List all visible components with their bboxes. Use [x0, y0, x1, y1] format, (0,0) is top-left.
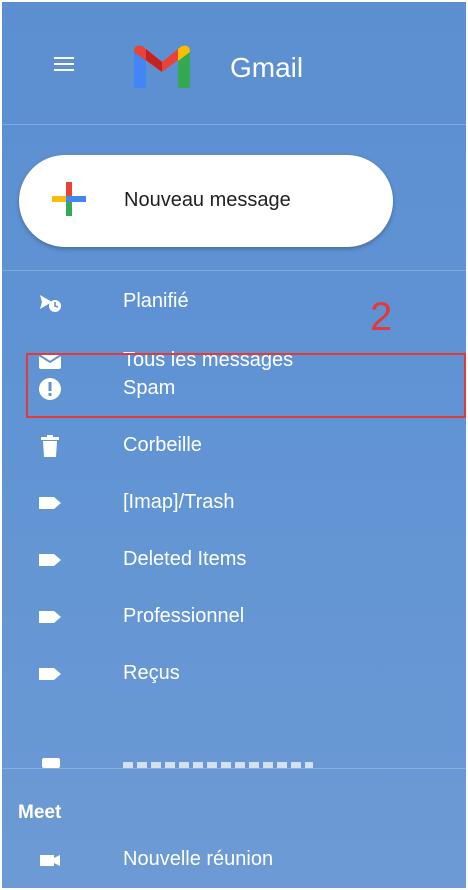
nav-label: Planifié	[123, 290, 189, 312]
annotation-number: 2	[370, 295, 393, 339]
gmail-logo-icon	[130, 40, 194, 93]
app-title: Gmail	[230, 52, 304, 83]
label-icon	[38, 548, 62, 572]
video-icon	[38, 848, 62, 872]
compose-label: Nouveau message	[124, 189, 291, 211]
nav-label: [Imap]/Trash	[123, 491, 235, 513]
nav-item-imap-trash[interactable]: [Imap]/Trash	[2, 474, 466, 532]
divider	[2, 270, 466, 271]
sidebar-panel: Gmail Nouveau message Planifié Tous les …	[2, 2, 466, 888]
nav-item-trash[interactable]: Corbeille	[2, 417, 466, 475]
nav-item-partial	[2, 754, 466, 768]
nav-item-recus[interactable]: Reçus	[2, 645, 466, 703]
nav-item-professionnel[interactable]: Professionnel	[2, 588, 466, 646]
nav-label: Reçus	[123, 662, 180, 684]
divider	[2, 124, 466, 125]
nav-label: Nouvelle réunion	[123, 848, 274, 870]
label-icon	[38, 491, 62, 515]
label-icon	[38, 662, 62, 686]
hamburger-menu-icon[interactable]	[54, 57, 74, 71]
nav-item-deleted-items[interactable]: Deleted Items	[2, 531, 466, 589]
compose-button[interactable]: Nouveau message	[19, 155, 393, 247]
meet-section-title: Meet	[18, 802, 62, 823]
annotation-highlight-box	[26, 353, 466, 418]
nav-label: Professionnel	[123, 605, 245, 627]
nav-item-scheduled[interactable]: Planifié	[2, 273, 466, 331]
trash-icon	[38, 434, 62, 458]
compose-plus-icon	[51, 181, 87, 222]
label-icon	[38, 605, 62, 629]
scheduled-icon	[38, 290, 62, 314]
nav-label: Deleted Items	[123, 548, 247, 570]
divider	[2, 768, 466, 769]
nav-item-new-meeting[interactable]: Nouvelle réunion	[2, 831, 466, 888]
nav-label: Corbeille	[123, 434, 202, 456]
